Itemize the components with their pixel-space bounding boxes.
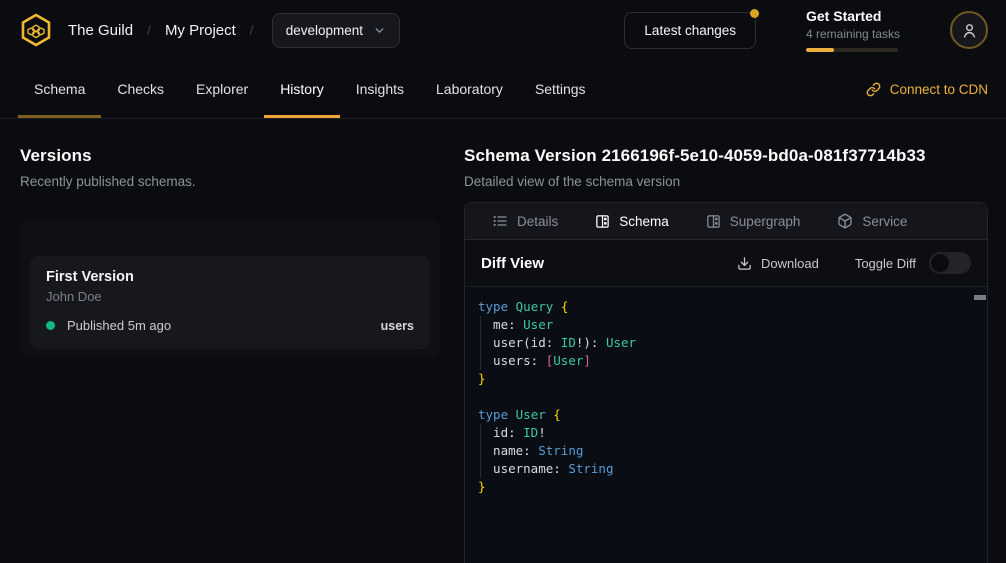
nav-tab-settings[interactable]: Settings [519, 60, 602, 118]
detail-tab-label: Schema [619, 214, 669, 229]
code-lines: type Query { me: User user(id: ID!): Use… [478, 298, 971, 496]
versions-list: First Version John Doe Published 5m ago use… [20, 219, 440, 358]
breadcrumb-separator: / [147, 22, 151, 38]
get-started-progress-bar [806, 48, 898, 52]
target-select-value: development [286, 23, 363, 38]
versions-title: Versions [20, 146, 440, 166]
nav-tab-insights[interactable]: Insights [340, 60, 420, 118]
code-line: } [478, 478, 971, 496]
version-author: John Doe [46, 289, 414, 304]
list-icon [492, 213, 508, 229]
code-line: } [478, 370, 971, 388]
breadcrumb-org[interactable]: The Guild [68, 22, 133, 39]
detail-tab-service[interactable]: Service [837, 213, 907, 229]
download-label: Download [761, 256, 819, 271]
detail-tab-label: Service [862, 214, 907, 229]
primary-nav-tabs: SchemaChecksExplorerHistoryInsightsLabor… [18, 60, 602, 118]
connect-to-cdn-label: Connect to CDN [890, 82, 988, 97]
code-line: type Query { [478, 298, 971, 316]
diff-header: Diff View Download Toggle Diff [465, 240, 987, 286]
published-status-dot [46, 321, 55, 330]
diff-view-title: Diff View [481, 255, 544, 272]
main-content: Versions Recently published schemas. Fir… [0, 119, 1006, 563]
breadcrumb-separator: / [250, 22, 254, 38]
detail-tab-label: Details [517, 214, 558, 229]
version-detail-panel: Schema Version 2166196f-5e10-4059-bd0a-0… [464, 119, 1006, 563]
app-root: The Guild / My Project / development Lat… [0, 0, 1006, 563]
box-icon [837, 213, 853, 229]
latest-changes-label: Latest changes [644, 23, 736, 38]
version-detail-card: Details Schema Supergraph Service Diff View… [464, 202, 988, 563]
scrollbar[interactable] [973, 287, 987, 563]
nav-tab-laboratory[interactable]: Laboratory [420, 60, 519, 118]
columns-icon [706, 214, 721, 229]
download-button[interactable]: Download [737, 256, 819, 271]
primary-nav: SchemaChecksExplorerHistoryInsightsLabor… [0, 60, 1006, 119]
user-icon [961, 22, 978, 39]
get-started-widget[interactable]: Get Started 4 remaining tasks [806, 8, 900, 52]
get-started-subtitle: 4 remaining tasks [806, 27, 900, 41]
code-line: me: User [478, 316, 971, 334]
latest-changes-button[interactable]: Latest changes [624, 12, 756, 49]
avatar[interactable] [950, 11, 988, 49]
nav-tab-schema[interactable]: Schema [18, 60, 101, 118]
detail-tab-details[interactable]: Details [492, 213, 558, 229]
detail-tab-schema[interactable]: Schema [595, 214, 669, 229]
versions-panel: Versions Recently published schemas. Fir… [0, 119, 464, 563]
version-name: First Version [46, 269, 414, 285]
schema-code-viewer[interactable]: type Query { me: User user(id: ID!): Use… [465, 286, 987, 563]
breadcrumb-project[interactable]: My Project [165, 22, 236, 39]
nav-tab-checks[interactable]: Checks [101, 60, 180, 118]
version-status-row: Published 5m ago users [46, 318, 414, 333]
notification-dot [750, 9, 759, 18]
version-list-item[interactable]: First Version John Doe Published 5m ago use… [30, 256, 430, 349]
detail-tab-supergraph[interactable]: Supergraph [706, 214, 801, 229]
code-line: users: [User] [478, 352, 971, 370]
detail-tabs: Details Schema Supergraph Service [465, 203, 987, 240]
connect-to-cdn-link[interactable]: Connect to CDN [866, 60, 988, 118]
code-line: id: ID! [478, 424, 971, 442]
hive-logo-icon[interactable] [18, 12, 54, 48]
target-select[interactable]: development [272, 13, 400, 48]
link-icon [866, 82, 881, 97]
nav-tab-history[interactable]: History [264, 60, 340, 118]
columns-icon [595, 214, 610, 229]
diff-actions: Download Toggle Diff [737, 252, 971, 274]
service-badge: users [381, 319, 414, 333]
version-detail-title: Schema Version 2166196f-5e10-4059-bd0a-0… [464, 146, 988, 166]
version-detail-subtitle: Detailed view of the schema version [464, 174, 988, 189]
toggle-diff-label: Toggle Diff [855, 256, 916, 271]
breadcrumb: The Guild / My Project / development [68, 13, 400, 48]
get-started-progress-fill [806, 48, 834, 52]
nav-tab-explorer[interactable]: Explorer [180, 60, 264, 118]
code-line: name: String [478, 442, 971, 460]
version-status: Published 5m ago [67, 318, 171, 333]
toggle-diff-switch[interactable] [929, 252, 971, 274]
code-line: user(id: ID!): User [478, 334, 971, 352]
detail-tab-label: Supergraph [730, 214, 801, 229]
download-icon [737, 256, 752, 271]
versions-subtitle: Recently published schemas. [20, 174, 440, 189]
code-line [478, 388, 971, 406]
code-line: type User { [478, 406, 971, 424]
code-line: username: String [478, 460, 971, 478]
toggle-diff-knob [931, 254, 949, 272]
scrollbar-thumb[interactable] [974, 295, 986, 300]
header: The Guild / My Project / development Lat… [0, 0, 1006, 60]
get-started-title: Get Started [806, 8, 900, 24]
chevron-down-icon [373, 24, 386, 37]
